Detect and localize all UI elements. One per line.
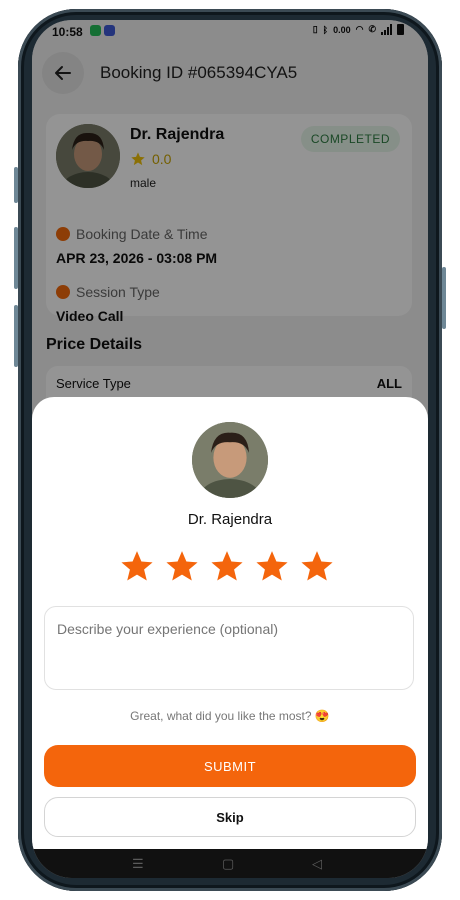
sheet-doctor-name: Dr. Rajendra <box>187 511 273 528</box>
screen: 10:58 ▯ ᛒ 0.00 ◠ ✆ Booking ID #065394CYA… <box>32 20 428 878</box>
star-icon[interactable] <box>165 549 199 583</box>
power-button <box>442 267 446 329</box>
volume-button <box>14 227 18 289</box>
star-rating <box>120 549 334 583</box>
star-icon[interactable] <box>210 549 244 583</box>
home-icon[interactable]: ▢ <box>222 856 234 872</box>
system-nav-bar: ☰ ▢ ◁ <box>32 849 428 878</box>
rating-sheet: Dr. Rajendra Great, what did you like th… <box>32 397 428 849</box>
volume-button <box>14 305 18 367</box>
submit-button[interactable]: SUBMIT <box>44 745 416 787</box>
skip-button[interactable]: Skip <box>44 797 416 837</box>
doctor-avatar-large <box>192 422 268 498</box>
star-icon[interactable] <box>255 549 289 583</box>
experience-input[interactable] <box>44 606 414 690</box>
star-icon[interactable] <box>120 549 154 583</box>
feedback-prompt: Great, what did you like the most? 😍 <box>130 709 330 723</box>
back-icon[interactable]: ◁ <box>312 856 322 872</box>
star-icon[interactable] <box>300 549 334 583</box>
side-button <box>14 167 18 203</box>
menu-icon[interactable]: ☰ <box>132 856 144 872</box>
